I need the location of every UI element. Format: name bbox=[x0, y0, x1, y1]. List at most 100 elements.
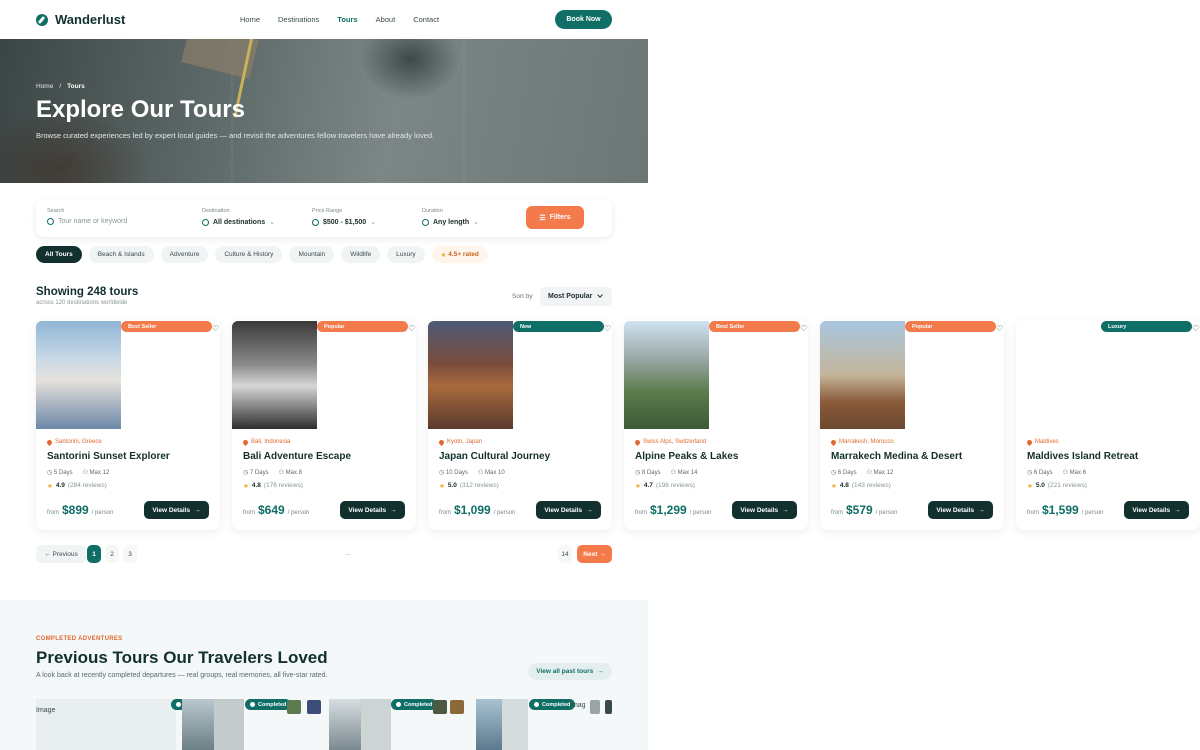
filters-button[interactable]: ☰ Filters bbox=[526, 206, 584, 229]
tour-name[interactable]: Santorini Sunset Explorer bbox=[47, 451, 170, 462]
page-title: Explore Our Tours bbox=[36, 96, 245, 123]
past-tour-image[interactable]: Image bbox=[36, 699, 176, 750]
breadcrumb-home[interactable]: Home bbox=[36, 83, 53, 90]
view-details-button[interactable]: View Details → bbox=[340, 501, 405, 519]
star-icon: ★ bbox=[439, 483, 445, 490]
tour-badge: Best Seller bbox=[709, 321, 800, 332]
heart-icon[interactable]: ♡ bbox=[604, 324, 611, 333]
duration-field[interactable]: Duration Any length ⌄ bbox=[422, 208, 479, 226]
tour-card[interactable]: Best Seller ♡ Santorini, Greece Santorin… bbox=[36, 320, 220, 530]
group-icon: ⚇ bbox=[1062, 470, 1068, 476]
page-last[interactable]: 14 bbox=[558, 545, 572, 563]
tour-name[interactable]: Japan Cultural Journey bbox=[439, 451, 550, 462]
brand-logo[interactable]: Wanderlust bbox=[36, 12, 125, 27]
tour-card[interactable]: Popular ♡ Marrakesh, Morocco Marrakech M… bbox=[820, 320, 1004, 530]
nav-tours[interactable]: Tours bbox=[337, 15, 357, 24]
tour-image[interactable] bbox=[428, 321, 513, 429]
past-tour-image[interactable] bbox=[214, 699, 244, 750]
gallery-thumbnail[interactable] bbox=[590, 700, 600, 714]
page-1[interactable]: 1 bbox=[87, 545, 101, 563]
group-icon: ⚇ bbox=[670, 470, 676, 476]
nav-home[interactable]: Home bbox=[240, 15, 260, 24]
tour-rating: ★ 4.7 (198 reviews) bbox=[635, 482, 695, 490]
heart-icon[interactable]: ♡ bbox=[996, 324, 1003, 333]
tour-image[interactable] bbox=[1016, 321, 1101, 429]
tour-name[interactable]: Marrakech Medina & Desert bbox=[831, 451, 962, 462]
chip-wildlife[interactable]: Wildlife bbox=[341, 246, 381, 263]
gallery-thumbnail[interactable] bbox=[450, 700, 464, 714]
tour-image[interactable] bbox=[232, 321, 317, 429]
group-icon: ⚇ bbox=[866, 470, 872, 476]
tour-card[interactable]: Luxury ♡ Maldives Maldives Island Retrea… bbox=[1016, 320, 1200, 530]
group-icon: ⚇ bbox=[82, 470, 88, 476]
tour-card[interactable]: Popular ♡ Bali, Indonesia Bali Adventure… bbox=[232, 320, 416, 530]
gallery-thumbnail[interactable] bbox=[307, 700, 321, 714]
past-tour-image[interactable] bbox=[329, 699, 361, 750]
chevron-down-icon: ⌄ bbox=[269, 219, 275, 226]
completed-badge: Completed bbox=[529, 699, 576, 710]
price-select[interactable]: $500 - $1,500 bbox=[323, 219, 366, 226]
tour-name[interactable]: Maldives Island Retreat bbox=[1027, 451, 1138, 462]
tour-card[interactable]: New ♡ Kyoto, Japan Japan Cultural Journe… bbox=[428, 320, 612, 530]
page-3[interactable]: 3 bbox=[123, 545, 137, 563]
view-details-button[interactable]: View Details → bbox=[536, 501, 601, 519]
tour-name[interactable]: Alpine Peaks & Lakes bbox=[635, 451, 738, 462]
tour-group-size: ⚇ Max 6 bbox=[1062, 470, 1087, 476]
search-input[interactable]: Tour name or keyword bbox=[58, 218, 127, 225]
chip-adventure[interactable]: Adventure bbox=[160, 246, 209, 263]
gallery-thumbnail[interactable] bbox=[287, 700, 301, 714]
heart-icon[interactable]: ♡ bbox=[212, 324, 219, 333]
arrow-right-icon: → bbox=[597, 668, 604, 675]
past-tour-image[interactable] bbox=[476, 699, 502, 750]
clock-icon: ◷ bbox=[439, 470, 445, 476]
past-tour-image[interactable] bbox=[502, 699, 528, 750]
book-now-button[interactable]: Book Now bbox=[555, 10, 612, 29]
past-tour-image[interactable] bbox=[182, 699, 214, 750]
chip-beach-islands[interactable]: Beach & Islands bbox=[88, 246, 154, 263]
tour-image[interactable] bbox=[36, 321, 121, 429]
tour-duration: ◷ 6 Days bbox=[831, 470, 857, 476]
heart-icon[interactable]: ♡ bbox=[408, 324, 415, 333]
view-all-past-tours-link[interactable]: View all past tours → bbox=[528, 663, 612, 680]
nav-destinations[interactable]: Destinations bbox=[278, 15, 319, 24]
pagination-next[interactable]: Next → bbox=[577, 545, 612, 563]
search-field[interactable]: Search Tour name or keyword bbox=[47, 208, 127, 225]
tour-image[interactable] bbox=[820, 321, 905, 429]
clock-icon: ◷ bbox=[1027, 470, 1033, 476]
tour-card[interactable]: Best Seller ♡ Swiss Alps, Switzerland Al… bbox=[624, 320, 808, 530]
chip-all-tours[interactable]: All Tours bbox=[36, 246, 82, 263]
heart-icon[interactable]: ♡ bbox=[1192, 324, 1199, 333]
view-details-button[interactable]: View Details → bbox=[928, 501, 993, 519]
past-tour-image[interactable] bbox=[361, 699, 391, 750]
view-details-button[interactable]: View Details → bbox=[1124, 501, 1189, 519]
chip-culture-history[interactable]: Culture & History bbox=[215, 246, 283, 263]
view-details-button[interactable]: View Details → bbox=[144, 501, 209, 519]
chip-luxury[interactable]: Luxury bbox=[387, 246, 425, 263]
pagination-previous[interactable]: ← Previous bbox=[36, 545, 86, 563]
chip-mountain[interactable]: Mountain bbox=[289, 246, 335, 263]
destination-field[interactable]: Destination All destinations ⌄ bbox=[202, 208, 275, 226]
page-2[interactable]: 2 bbox=[105, 545, 119, 563]
gallery-thumbnail[interactable] bbox=[433, 700, 447, 714]
nav-about[interactable]: About bbox=[376, 15, 396, 24]
price-field[interactable]: Price Range $500 - $1,500 ⌄ bbox=[312, 208, 376, 226]
tour-rating: ★ 5.0 (221 reviews) bbox=[1027, 482, 1087, 490]
group-icon: ⚇ bbox=[477, 470, 484, 476]
duration-select[interactable]: Any length bbox=[433, 219, 469, 226]
tour-image[interactable] bbox=[624, 321, 709, 429]
image-alt-text: Imag bbox=[570, 702, 586, 709]
nav-contact[interactable]: Contact bbox=[413, 15, 439, 24]
sort-select[interactable]: Most Popular bbox=[540, 287, 612, 306]
chip-rated[interactable]: ★ 4.5+ rated bbox=[431, 246, 488, 263]
gallery-thumbnail[interactable] bbox=[605, 700, 612, 714]
clock-icon: ◷ bbox=[47, 470, 53, 476]
sliders-icon: ☰ bbox=[539, 214, 546, 222]
tour-badge: Popular bbox=[905, 321, 996, 332]
previous-label: Previous bbox=[52, 550, 78, 558]
view-details-button[interactable]: View Details → bbox=[732, 501, 797, 519]
tour-name[interactable]: Bali Adventure Escape bbox=[243, 451, 351, 462]
destination-select[interactable]: All destinations bbox=[213, 219, 265, 226]
location-pin-icon bbox=[45, 438, 54, 446]
heart-icon[interactable]: ♡ bbox=[800, 324, 807, 333]
tour-duration: ◷ 7 Days bbox=[243, 470, 269, 476]
